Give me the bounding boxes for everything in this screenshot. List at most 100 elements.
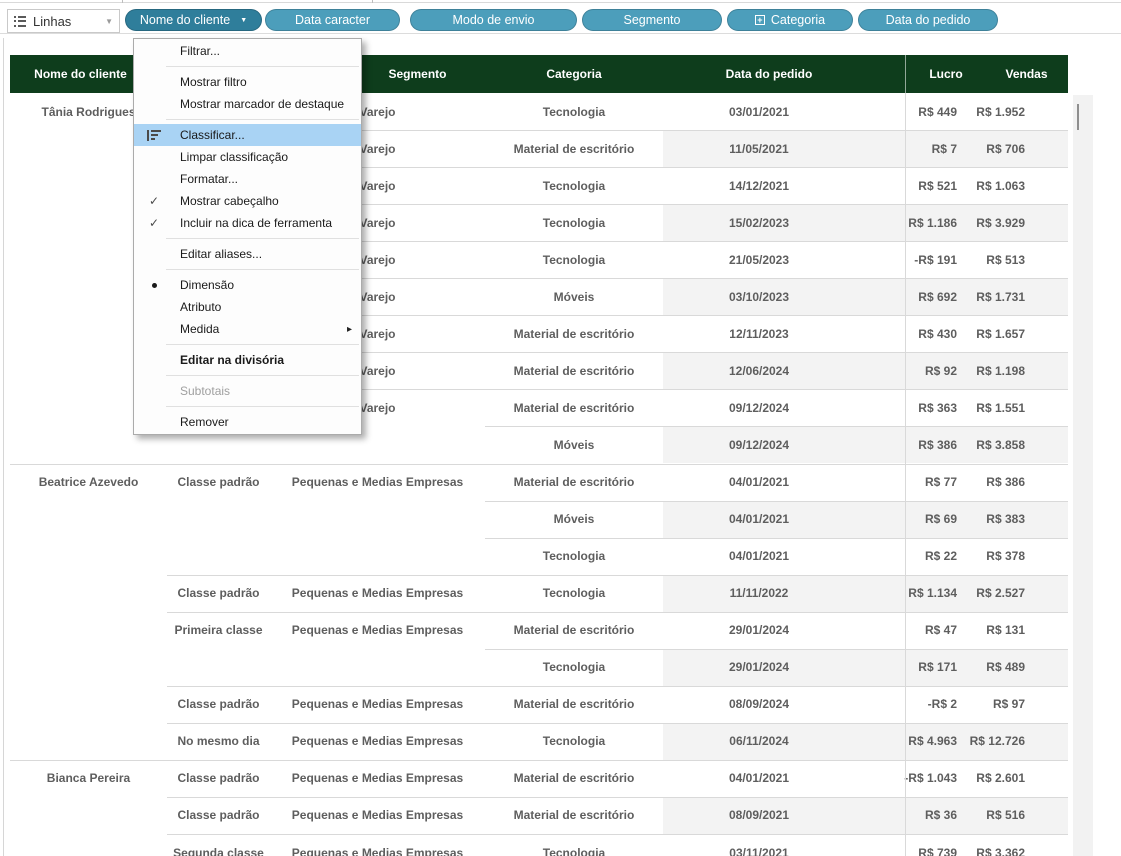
cell-ship-mode[interactable]: Primeira classe (167, 612, 270, 649)
cell-profit[interactable]: R$ 521 (907, 167, 985, 204)
cell-order-date[interactable]: 21/05/2023 (663, 241, 905, 278)
cell-category[interactable]: Tecnologia (485, 834, 663, 856)
cell-profit[interactable]: R$ 36 (907, 797, 985, 834)
cell-sales[interactable]: R$ 1.731 (985, 278, 1068, 315)
cell-customer-name[interactable] (10, 612, 167, 649)
cell-profit[interactable]: R$ 430 (907, 315, 985, 352)
cell-segment[interactable]: Pequenas e Medias Empresas (270, 797, 485, 834)
cell-order-date[interactable]: 08/09/2021 (663, 797, 905, 834)
cell-sales[interactable]: R$ 489 (985, 649, 1068, 686)
cell-profit[interactable]: R$ 171 (907, 649, 985, 686)
cell-segment[interactable]: Pequenas e Medias Empresas (270, 464, 485, 501)
cell-customer-name[interactable] (10, 501, 167, 538)
menu-item-atributo[interactable]: Atributo (134, 296, 361, 318)
menu-item-mostrar-cabeçalho[interactable]: ✓Mostrar cabeçalho (134, 190, 361, 212)
cell-sales[interactable]: R$ 3.858 (985, 426, 1068, 463)
menu-item-remover[interactable]: Remover (134, 411, 361, 433)
column-header-vendas[interactable]: Vendas (985, 55, 1068, 93)
pill-data-do-pedido[interactable]: Data do pedido (858, 9, 998, 31)
cell-ship-mode[interactable] (167, 538, 270, 575)
cell-ship-mode[interactable]: Classe padrão (167, 760, 270, 797)
cell-profit[interactable]: R$ 739 (907, 834, 985, 856)
cell-sales[interactable]: R$ 1.198 (985, 352, 1068, 389)
cell-ship-mode[interactable]: Classe padrão (167, 464, 270, 501)
cell-sales[interactable]: R$ 97 (985, 686, 1068, 723)
menu-item-classificar[interactable]: Classificar... (134, 124, 361, 146)
cell-ship-mode[interactable]: Classe padrão (167, 797, 270, 834)
cell-profit[interactable]: R$ 77 (907, 464, 985, 501)
cell-order-date[interactable]: 08/09/2024 (663, 686, 905, 723)
cell-sales[interactable]: R$ 3.929 (985, 204, 1068, 241)
cell-profit[interactable]: -R$ 2 (907, 686, 985, 723)
cell-order-date[interactable]: 04/01/2021 (663, 538, 905, 575)
cell-customer-name[interactable]: Bianca Pereira (10, 760, 167, 797)
cell-category[interactable]: Material de escritório (485, 389, 663, 426)
cell-customer-name[interactable] (10, 723, 167, 760)
cell-order-date[interactable]: 03/10/2023 (663, 278, 905, 315)
cell-profit[interactable]: R$ 692 (907, 278, 985, 315)
chevron-down-icon[interactable]: ▼ (105, 17, 113, 26)
cell-sales[interactable]: R$ 706 (985, 130, 1068, 167)
cell-category[interactable]: Tecnologia (485, 167, 663, 204)
cell-category[interactable]: Material de escritório (485, 797, 663, 834)
cell-category[interactable]: Tecnologia (485, 538, 663, 575)
cell-segment[interactable] (270, 649, 485, 686)
cell-sales[interactable]: R$ 12.726 (985, 723, 1068, 760)
cell-customer-name[interactable] (10, 649, 167, 686)
cell-order-date[interactable]: 11/05/2021 (663, 130, 905, 167)
cell-segment[interactable] (270, 538, 485, 575)
cell-order-date[interactable]: 09/12/2024 (663, 389, 905, 426)
cell-profit[interactable]: R$ 1.186 (907, 204, 985, 241)
cell-category[interactable]: Tecnologia (485, 723, 663, 760)
cell-sales[interactable]: R$ 1.657 (985, 315, 1068, 352)
cell-sales[interactable]: R$ 513 (985, 241, 1068, 278)
cell-segment[interactable]: Pequenas e Medias Empresas (270, 760, 485, 797)
column-header-data-do-pedido[interactable]: Data do pedido (663, 55, 905, 93)
cell-segment[interactable] (270, 501, 485, 538)
cell-order-date[interactable]: 06/11/2024 (663, 723, 905, 760)
cell-category[interactable]: Material de escritório (485, 686, 663, 723)
cell-ship-mode[interactable] (167, 649, 270, 686)
menu-item-dimensão[interactable]: Dimensão (134, 274, 361, 296)
cell-profit[interactable]: R$ 22 (907, 538, 985, 575)
column-header-lucro[interactable]: Lucro (907, 55, 985, 93)
cell-order-date[interactable]: 29/01/2024 (663, 649, 905, 686)
cell-category[interactable]: Material de escritório (485, 130, 663, 167)
cell-segment[interactable]: Pequenas e Medias Empresas (270, 686, 485, 723)
cell-category[interactable]: Tecnologia (485, 93, 663, 130)
cell-customer-name[interactable]: Beatrice Azevedo (10, 464, 167, 501)
cell-profit[interactable]: R$ 69 (907, 501, 985, 538)
menu-item-mostrar-filtro[interactable]: Mostrar filtro (134, 71, 361, 93)
cell-order-date[interactable]: 09/12/2024 (663, 426, 905, 463)
cell-order-date[interactable]: 12/06/2024 (663, 352, 905, 389)
cell-sales[interactable]: R$ 2.601 (985, 760, 1068, 797)
cell-category[interactable]: Material de escritório (485, 760, 663, 797)
cell-sales[interactable]: R$ 386 (985, 464, 1068, 501)
cell-profit[interactable]: R$ 7 (907, 130, 985, 167)
menu-item-editar-na-divisória[interactable]: Editar na divisória (134, 349, 361, 371)
cell-sales[interactable]: R$ 378 (985, 538, 1068, 575)
cell-segment[interactable]: Pequenas e Medias Empresas (270, 575, 485, 612)
pill-segmento[interactable]: Segmento (582, 9, 722, 31)
menu-item-limpar-classificação[interactable]: Limpar classificação (134, 146, 361, 168)
cell-category[interactable]: Móveis (485, 426, 663, 463)
cell-category[interactable]: Material de escritório (485, 464, 663, 501)
cell-category[interactable]: Tecnologia (485, 241, 663, 278)
cell-ship-mode[interactable]: Segunda classe (167, 834, 270, 856)
cell-order-date[interactable]: 04/01/2021 (663, 501, 905, 538)
pill-dropdown-icon[interactable]: ▼ (240, 17, 247, 24)
menu-item-formatar[interactable]: Formatar... (134, 168, 361, 190)
cell-category[interactable]: Tecnologia (485, 204, 663, 241)
cell-order-date[interactable]: 29/01/2024 (663, 612, 905, 649)
cell-profit[interactable]: R$ 449 (907, 93, 985, 130)
cell-segment[interactable]: Pequenas e Medias Empresas (270, 723, 485, 760)
cell-segment[interactable]: Pequenas e Medias Empresas (270, 612, 485, 649)
menu-item-incluir-na-dica-de-ferramenta[interactable]: ✓Incluir na dica de ferramenta (134, 212, 361, 234)
cell-profit[interactable]: R$ 363 (907, 389, 985, 426)
vertical-scrollbar-track[interactable] (1073, 95, 1093, 856)
pill-categoria[interactable]: +Categoria (727, 9, 853, 31)
cell-customer-name[interactable] (10, 575, 167, 612)
cell-profit[interactable]: -R$ 191 (907, 241, 985, 278)
pill-nome-do-cliente[interactable]: Nome do cliente▼ (125, 9, 262, 31)
cell-customer-name[interactable] (10, 797, 167, 834)
